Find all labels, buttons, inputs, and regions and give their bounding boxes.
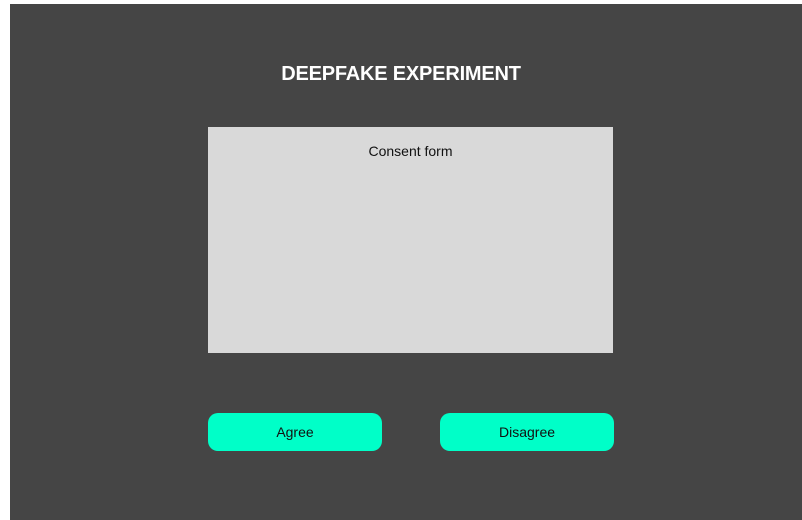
consent-form-panel[interactable]: Consent form <box>208 127 613 353</box>
consent-form-heading: Consent form <box>368 143 453 159</box>
page-title: DEEPFAKE EXPERIMENT <box>281 63 521 85</box>
app-frame: DEEPFAKE EXPERIMENT Consent form Agree D… <box>10 4 802 520</box>
agree-button[interactable]: Agree <box>208 413 382 451</box>
disagree-button[interactable]: Disagree <box>440 413 614 451</box>
